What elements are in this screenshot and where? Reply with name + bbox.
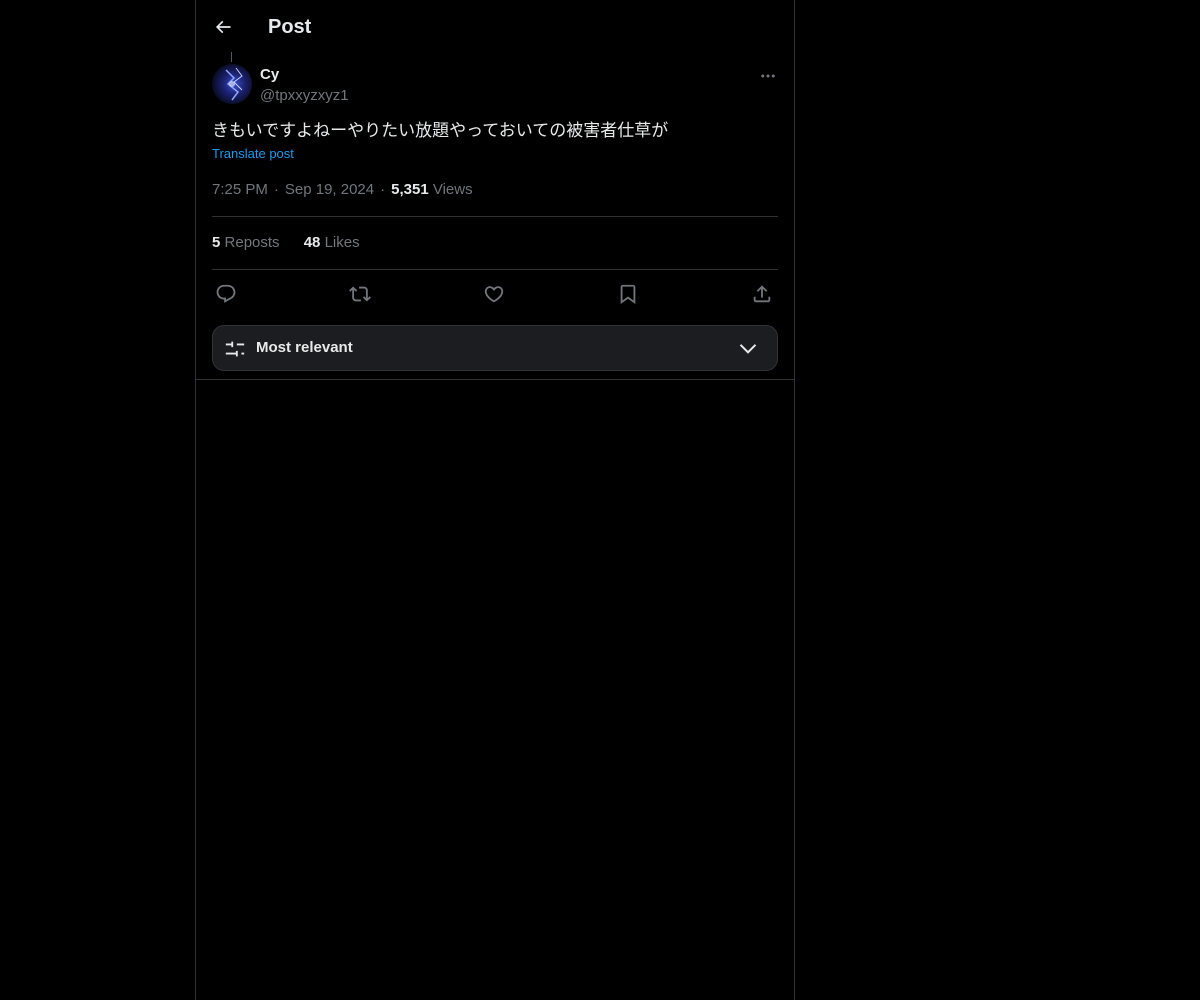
separator-dot: · bbox=[380, 181, 386, 198]
avatar[interactable] bbox=[212, 64, 252, 104]
more-options-button[interactable] bbox=[756, 64, 780, 88]
back-button[interactable] bbox=[206, 10, 240, 44]
divider bbox=[212, 269, 778, 270]
like-icon bbox=[484, 286, 504, 303]
author-handle[interactable]: @tpxxyzxyz1 bbox=[260, 86, 349, 106]
post-actions-bar bbox=[212, 280, 782, 308]
sort-replies-dropdown[interactable]: Most relevant bbox=[212, 325, 778, 371]
likes-count: 48 bbox=[303, 234, 321, 251]
repost-icon bbox=[349, 286, 371, 302]
views-count: 5,351 bbox=[391, 181, 429, 198]
repost-button[interactable] bbox=[346, 280, 374, 308]
divider bbox=[212, 216, 778, 217]
post-header: Post bbox=[196, 0, 794, 53]
post-metadata: 7:25 PM · Sep 19, 2024 · 5,351 Views bbox=[212, 180, 473, 200]
bookmark-icon bbox=[620, 284, 636, 305]
arrow-left-icon bbox=[215, 20, 231, 34]
page-title: Post bbox=[268, 16, 312, 38]
primary-column: Post Cy @tpxxyzxyz1 きもいですよねーやりたい放題やっておいて… bbox=[195, 0, 795, 1000]
reposts-stat[interactable]: 5 Reposts bbox=[212, 234, 280, 251]
share-button[interactable] bbox=[748, 280, 776, 308]
translate-post-link[interactable]: Translate post bbox=[212, 145, 294, 163]
sort-label: Most relevant bbox=[256, 339, 353, 356]
views-label: Views bbox=[432, 181, 473, 198]
reposts-label: Reposts bbox=[224, 234, 280, 251]
bookmark-button[interactable] bbox=[614, 280, 642, 308]
likes-label: Likes bbox=[324, 234, 360, 251]
sliders-icon bbox=[225, 341, 245, 357]
divider bbox=[196, 379, 794, 380]
chevron-down-icon bbox=[739, 344, 757, 354]
avatar-connector-line bbox=[231, 52, 232, 62]
like-button[interactable] bbox=[480, 280, 508, 308]
likes-stat[interactable]: 48 Likes bbox=[304, 234, 360, 251]
post-date[interactable]: Sep 19, 2024 bbox=[285, 181, 374, 198]
engagement-stats: 5 Reposts 48 Likes bbox=[212, 233, 380, 253]
reply-icon bbox=[216, 284, 236, 303]
separator-dot: · bbox=[273, 181, 279, 198]
share-icon bbox=[753, 285, 771, 303]
post-text: きもいですよねーやりたい放題やっておいての被害者仕草が bbox=[212, 121, 669, 140]
reply-button[interactable] bbox=[212, 280, 240, 308]
avatar-image bbox=[212, 64, 252, 104]
reposts-count: 5 bbox=[212, 234, 221, 251]
author-display-name[interactable]: Cy bbox=[260, 65, 279, 85]
more-horizontal-icon bbox=[761, 74, 775, 78]
post-time[interactable]: 7:25 PM bbox=[212, 181, 268, 198]
